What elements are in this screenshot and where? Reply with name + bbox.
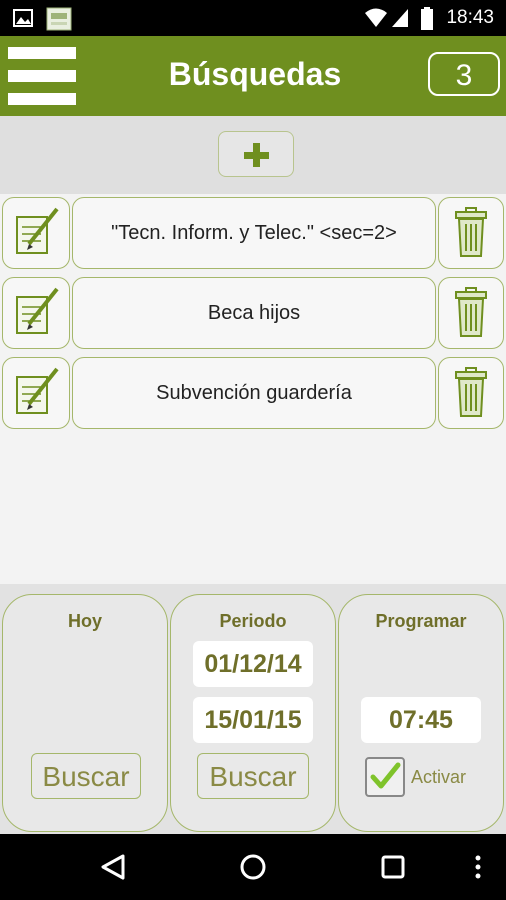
trash-icon (455, 287, 487, 337)
list-item: Subvención guardería (0, 354, 506, 430)
navigation-bar (0, 834, 506, 900)
edit-button[interactable] (2, 357, 70, 429)
list-item: "Tecn. Inform. y Telec." <sec=2> (0, 194, 506, 270)
delete-button[interactable] (438, 197, 504, 269)
search-today-button[interactable]: Buscar (31, 753, 141, 799)
edit-icon (16, 367, 59, 414)
edit-button[interactable] (2, 197, 70, 269)
today-panel: Hoy Buscar (2, 594, 168, 832)
period-panel: Periodo 01/12/14 15/01/15 Buscar (170, 594, 336, 832)
checkbox-icon (370, 762, 401, 789)
signal-icon (392, 9, 408, 27)
plus-icon (244, 143, 269, 167)
trash-icon (455, 367, 487, 417)
wifi-icon (365, 8, 387, 27)
edit-icon (16, 207, 59, 254)
status-bar: 18:43 (0, 0, 506, 36)
back-icon[interactable] (88, 834, 138, 900)
page-title: Búsquedas (168, 56, 342, 92)
app-bar: Búsquedas 3 (0, 36, 506, 116)
add-search-button[interactable] (218, 131, 294, 177)
edit-button[interactable] (2, 277, 70, 349)
period-title: Periodo (219, 611, 287, 631)
end-date-field[interactable]: 15/01/15 (193, 697, 313, 743)
search-item-label[interactable]: Beca hijos (72, 277, 436, 349)
edit-icon (16, 287, 59, 334)
activate-checkbox[interactable] (365, 757, 405, 797)
search-period-button[interactable]: Buscar (197, 753, 309, 799)
search-list: "Tecn. Inform. y Telec." <sec=2> Beca hi… (0, 194, 506, 584)
search-item-label[interactable]: Subvención guardería (72, 357, 436, 429)
activate-label: Activar (411, 767, 467, 787)
bottom-panels: Hoy Buscar Periodo 01/12/14 15/01/15 Bus… (0, 584, 506, 834)
list-item: Beca hijos (0, 274, 506, 350)
app-notification-icon (46, 7, 72, 31)
menu-icon[interactable] (8, 47, 76, 105)
home-icon[interactable] (228, 834, 278, 900)
today-title: Hoy (67, 611, 102, 631)
schedule-panel: Programar 07:45 Activar (338, 594, 504, 832)
start-date-field[interactable]: 01/12/14 (193, 641, 313, 687)
schedule-title: Programar (375, 611, 467, 631)
search-item-label[interactable]: "Tecn. Inform. y Telec." <sec=2> (72, 197, 436, 269)
search-count-badge: 3 (428, 52, 500, 96)
battery-icon (421, 7, 433, 30)
add-toolbar (0, 116, 506, 194)
delete-button[interactable] (438, 357, 504, 429)
recents-icon[interactable] (368, 834, 418, 900)
more-icon[interactable] (466, 834, 490, 900)
delete-button[interactable] (438, 277, 504, 349)
clock: 18:43 (446, 7, 494, 28)
schedule-time-field[interactable]: 07:45 (361, 697, 481, 743)
image-icon (13, 9, 33, 27)
trash-icon (455, 207, 487, 257)
